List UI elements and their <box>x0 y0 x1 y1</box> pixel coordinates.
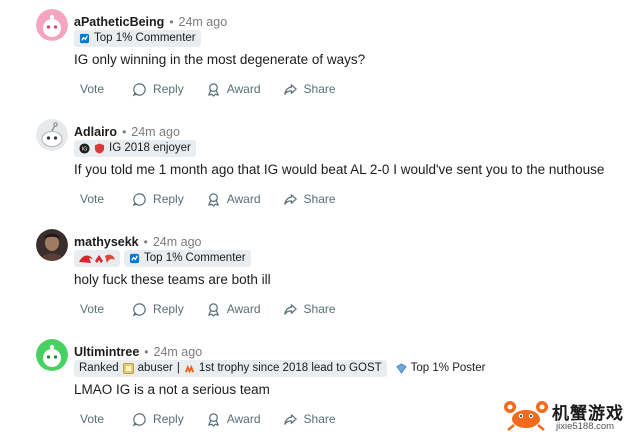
reply-label: Reply <box>153 192 184 206</box>
avatar[interactable] <box>36 229 68 261</box>
user-flair: IG IG 2018 enjoyer <box>74 140 196 157</box>
reply-button[interactable]: Reply <box>132 192 184 207</box>
comment-body: LMAO IG is a not a serious team <box>74 382 270 397</box>
vote-label: Vote <box>80 302 105 316</box>
username[interactable]: Adlairo <box>74 125 117 139</box>
share-label: Share <box>303 412 336 426</box>
reply-icon <box>132 412 146 426</box>
comment-body: If you told me 1 month ago that IG would… <box>74 162 605 177</box>
award-label: Award <box>226 302 261 316</box>
award-label: Award <box>226 412 261 426</box>
flair-label: 1st trophy since 2018 lead to GOST <box>198 362 382 374</box>
avatar[interactable] <box>36 339 68 371</box>
username[interactable]: Ultimintree <box>74 345 139 359</box>
share-icon <box>283 303 297 315</box>
flair-label: abuser <box>137 362 173 374</box>
timestamp[interactable]: 24m ago <box>154 345 203 359</box>
achievement-icon <box>79 33 90 44</box>
share-label: Share <box>303 302 336 316</box>
username[interactable]: aPatheticBeing <box>74 15 164 29</box>
timestamp[interactable]: 24m ago <box>179 15 228 29</box>
award-button[interactable]: Award <box>206 82 261 97</box>
award-button[interactable]: Award <box>206 192 261 207</box>
reply-label: Reply <box>153 82 184 96</box>
separator-dot: • <box>169 15 174 29</box>
share-label: Share <box>303 82 336 96</box>
share-button[interactable]: Share <box>283 82 336 97</box>
reply-icon <box>132 82 146 96</box>
award-icon <box>207 412 219 427</box>
reply-icon <box>132 192 146 206</box>
share-button[interactable]: Share <box>283 412 336 427</box>
ig-team-icon: IG <box>79 143 90 154</box>
flair-label: Top 1% Commenter <box>94 32 196 44</box>
watermark-url: jixie5188.com <box>556 421 615 432</box>
vote-group: Vote <box>74 82 110 96</box>
award-button[interactable]: Award <box>206 412 261 427</box>
award-icon <box>207 82 219 97</box>
abuser-icon <box>122 363 134 374</box>
award-icon <box>207 192 219 207</box>
user-flair: Ranked abuser | 1st trophy since 2018 le… <box>74 360 387 377</box>
vote-label: Vote <box>80 412 105 426</box>
vote-group: Vote <box>74 412 110 426</box>
timestamp[interactable]: 24m ago <box>153 235 202 249</box>
reply-label: Reply <box>153 412 184 426</box>
reply-icon <box>132 302 146 316</box>
flair-label: Ranked <box>79 362 119 374</box>
reply-button[interactable]: Reply <box>132 302 184 317</box>
separator-dot: • <box>143 235 148 249</box>
flair-separator: | <box>176 362 180 374</box>
vote-label: Vote <box>80 82 105 96</box>
username[interactable]: mathysekk <box>74 235 139 249</box>
award-label: Award <box>226 192 261 206</box>
user-flair: Top 1% Commenter <box>124 250 251 267</box>
user-flair: Top 1% Commenter <box>74 30 201 47</box>
reply-label: Reply <box>153 302 184 316</box>
site-watermark: 机蟹游戏 jixie5188.com <box>502 397 632 435</box>
share-icon <box>283 193 297 205</box>
award-button[interactable]: Award <box>206 302 261 317</box>
share-icon <box>283 413 297 425</box>
vote-label: Vote <box>80 192 105 206</box>
comment: Adlairo • 24m ago IG IG 2018 enjoyer If … <box>0 114 640 224</box>
share-label: Share <box>303 192 336 206</box>
vote-group: Vote <box>74 302 110 316</box>
flair-label: Top 1% Poster <box>410 362 486 374</box>
svg-text:IG: IG <box>82 147 88 153</box>
comment: mathysekk • 24m ago Top 1% Commenter hol… <box>0 224 640 334</box>
achievement-icon <box>129 253 140 264</box>
user-flair: Top 1% Poster <box>391 360 491 377</box>
team-logos-icon <box>79 254 115 263</box>
team-flair <box>74 250 120 267</box>
separator-dot: • <box>122 125 127 139</box>
share-button[interactable]: Share <box>283 302 336 317</box>
achievement-icon <box>396 363 407 374</box>
separator-dot: • <box>144 345 149 359</box>
timestamp[interactable]: 24m ago <box>131 125 180 139</box>
avatar[interactable] <box>36 119 68 151</box>
comment-body: holy fuck these teams are both ill <box>74 272 271 287</box>
comment-body: IG only winning in the most degenerate o… <box>74 52 366 67</box>
reply-button[interactable]: Reply <box>132 82 184 97</box>
flair-label: IG 2018 enjoyer <box>109 142 191 154</box>
share-button[interactable]: Share <box>283 192 336 207</box>
vote-group: Vote <box>74 192 110 206</box>
shield-icon <box>94 143 105 154</box>
award-icon <box>207 302 219 317</box>
crab-logo-icon <box>504 401 548 431</box>
avatar[interactable] <box>36 9 68 41</box>
flair-label: Top 1% Commenter <box>144 252 246 264</box>
comment: aPatheticBeing • 24m ago Top 1% Commente… <box>0 4 640 114</box>
reply-button[interactable]: Reply <box>132 412 184 427</box>
award-label: Award <box>226 82 261 96</box>
share-icon <box>283 83 297 95</box>
fnc-icon <box>184 364 194 374</box>
